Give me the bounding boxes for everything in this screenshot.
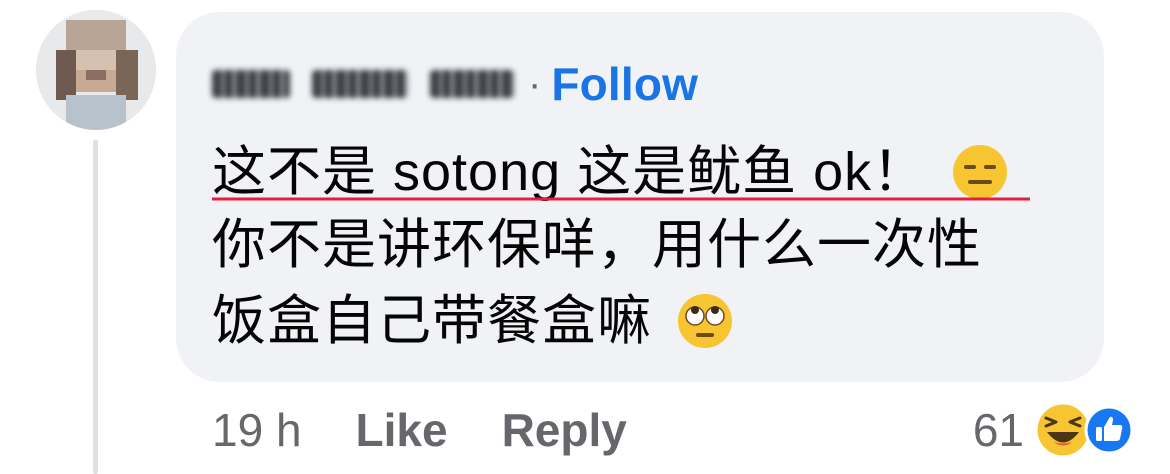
- comment-text-line-3: 饭盒自己带餐盒嘛: [212, 289, 734, 354]
- comment-text-line-1-text: 这不是 sotong 这是鱿鱼 ok！: [212, 142, 928, 202]
- follow-button[interactable]: Follow: [551, 57, 698, 111]
- author-name-redacted[interactable]: [212, 70, 514, 98]
- comment-text-line-3-text: 饭盒自己带餐盒嘛: [212, 291, 652, 351]
- separator-dot: ·: [528, 62, 542, 106]
- reply-thread-line: [93, 140, 98, 474]
- like-button[interactable]: Like: [356, 403, 448, 457]
- thumbs-up-icon: [1084, 405, 1134, 455]
- comment-header: · Follow: [212, 56, 698, 112]
- expressionless-face-icon: [951, 143, 1009, 201]
- timestamp[interactable]: 19 h: [212, 403, 302, 457]
- avatar[interactable]: [36, 10, 156, 130]
- comment-text-line-2: 你不是讲环保咩，用什么一次性: [212, 215, 982, 275]
- reply-button[interactable]: Reply: [502, 403, 627, 457]
- reaction-count: 61: [972, 404, 1024, 456]
- eye-roll-face-icon: [676, 292, 734, 350]
- reaction-icons: [1034, 401, 1134, 459]
- spellcheck-underline: [212, 197, 1030, 201]
- comment-thread: · Follow 这不是 sotong 这是鱿鱼 ok！ 你不是讲环保咩，用什么…: [0, 0, 1170, 474]
- reaction-summary[interactable]: 61: [973, 400, 1134, 460]
- comment-actions: 19 h Like Reply: [212, 400, 681, 460]
